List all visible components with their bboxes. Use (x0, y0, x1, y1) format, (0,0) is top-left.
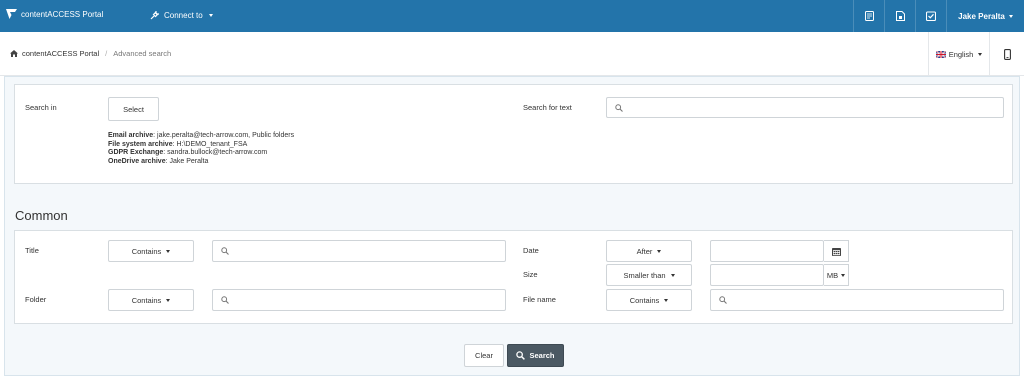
folder-operator-label: Contains (131, 295, 162, 305)
document-icon (895, 11, 905, 21)
chevron-down-icon (841, 273, 846, 277)
language-selector[interactable]: English (928, 32, 989, 76)
common-panel: Title Contains Date After Size Smaller t… (14, 230, 1013, 324)
brand-logo[interactable]: contentACCESS Portal (6, 9, 103, 19)
contentaccess-logo-icon (6, 9, 17, 19)
selected-archives-list: Email archive: jake.peralta@tech-arrow.c… (108, 132, 294, 166)
connect-to-dropdown[interactable]: Connect to (150, 10, 213, 20)
size-unit-dropdown[interactable]: MB (824, 264, 849, 286)
chevron-down-icon (657, 249, 662, 253)
brand-name: contentACCESS Portal (21, 9, 104, 19)
search-icon (719, 296, 727, 304)
size-operator-label: Smaller than (623, 270, 666, 280)
search-icon (221, 296, 229, 304)
common-section-title: Common (15, 208, 68, 223)
user-menu[interactable]: Jake Peralta (946, 0, 1024, 32)
clear-label: Clear (475, 351, 493, 360)
language-label: English (948, 49, 974, 59)
size-operator-dropdown[interactable]: Smaller than (606, 264, 692, 286)
title-field[interactable] (212, 240, 506, 262)
home-icon (10, 50, 18, 57)
search-for-text-label: Search for text (523, 103, 572, 112)
search-in-label: Search in (25, 103, 57, 112)
chevron-down-icon (208, 13, 213, 17)
breadcrumb-home[interactable]: contentACCESS Portal (10, 49, 99, 58)
mobile-view-button[interactable] (989, 32, 1024, 76)
user-name: Jake Peralta (958, 11, 1005, 21)
advanced-search-form: Search in Select Email archive: jake.per… (4, 76, 1020, 376)
top-navbar: contentACCESS Portal Connect to Jake Per… (0, 0, 1024, 32)
file-name-field[interactable] (710, 289, 1004, 311)
breadcrumb-separator: / (105, 49, 108, 58)
search-text-input[interactable] (623, 98, 1003, 117)
uk-flag-icon (935, 50, 946, 58)
size-field[interactable] (710, 264, 824, 286)
chevron-down-icon (978, 52, 983, 56)
search-icon (516, 351, 526, 360)
archive-item-file-system: File system archive: H:\DEMO_tenant_FSA (108, 140, 248, 148)
chevron-down-icon (1008, 14, 1013, 18)
search-text-field[interactable] (606, 97, 1004, 118)
title-operator-dropdown[interactable]: Contains (108, 240, 194, 262)
archive-item-email: Email archive: jake.peralta@tech-arrow.c… (108, 132, 295, 139)
date-field[interactable] (710, 240, 824, 262)
plug-icon (150, 11, 159, 20)
folder-field[interactable] (212, 289, 506, 311)
file-name-input[interactable] (727, 290, 1003, 310)
breadcrumb: contentACCESS Portal / Advanced search (10, 49, 171, 58)
file-name-label: File name (523, 295, 556, 304)
select-label: Select (123, 104, 144, 114)
select-archives-button[interactable]: Select (108, 97, 159, 121)
search-button-label: Search (529, 351, 555, 360)
date-picker-button[interactable] (824, 240, 849, 262)
chevron-down-icon (664, 298, 669, 302)
connect-to-label: Connect to (164, 10, 203, 20)
mobile-phone-icon (1003, 48, 1011, 60)
search-icon (221, 247, 229, 255)
chevron-down-icon (670, 273, 675, 277)
archive-item-gdpr-exchange: GDPR Exchange: sandra.bullock@tech-arrow… (108, 149, 268, 156)
folder-label: Folder (25, 295, 47, 304)
breadcrumb-home-label: contentACCESS Portal (22, 49, 100, 58)
chevron-down-icon (166, 298, 171, 302)
title-label: Title (25, 246, 39, 255)
tasks-button[interactable] (915, 0, 946, 32)
size-input[interactable] (719, 265, 823, 285)
breadcrumb-current: Advanced search (113, 49, 172, 58)
file-name-operator-dropdown[interactable]: Contains (606, 289, 692, 311)
checklist-icon (926, 11, 936, 21)
title-operator-label: Contains (131, 246, 162, 256)
search-button[interactable]: Search (507, 344, 564, 367)
date-label: Date (523, 246, 539, 255)
folder-operator-dropdown[interactable]: Contains (108, 289, 194, 311)
breadcrumb-bar: contentACCESS Portal / Advanced search E… (0, 32, 1024, 76)
search-icon (615, 103, 623, 112)
size-unit-label: MB (826, 270, 839, 280)
chevron-down-icon (166, 249, 171, 253)
archive-item-onedrive: OneDrive archive: Jake Peralta (108, 157, 209, 165)
date-operator-dropdown[interactable]: After (606, 240, 692, 262)
clear-button[interactable]: Clear (464, 344, 504, 367)
report-icon (864, 11, 874, 21)
document-button[interactable] (884, 0, 915, 32)
file-name-operator-label: Contains (629, 295, 660, 305)
report-button[interactable] (853, 0, 884, 32)
search-in-panel: Search in Select Email archive: jake.per… (14, 84, 1013, 184)
title-input[interactable] (229, 241, 505, 261)
date-operator-label: After (636, 246, 653, 256)
calendar-icon (831, 247, 841, 256)
folder-input[interactable] (229, 290, 505, 310)
date-input[interactable] (719, 241, 823, 261)
size-label: Size (523, 270, 538, 279)
